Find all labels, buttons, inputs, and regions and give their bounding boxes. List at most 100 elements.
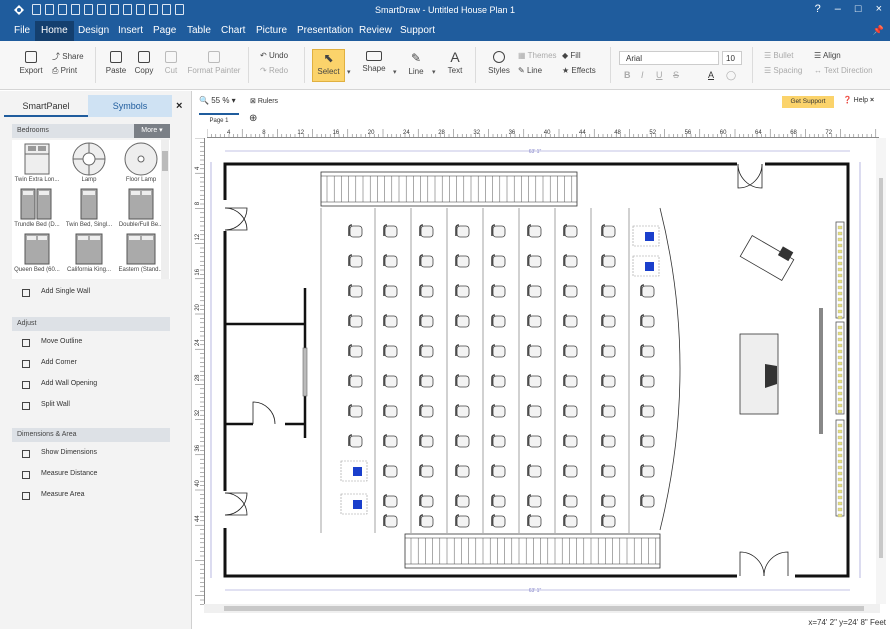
seat[interactable] [348,314,363,328]
seat[interactable] [455,224,470,238]
seat[interactable] [455,314,470,328]
font-color-button[interactable]: A [708,70,714,80]
seat[interactable] [491,224,506,238]
top-right-door[interactable] [737,163,763,189]
page-tab[interactable]: Page 1 [199,113,239,125]
menu-support[interactable]: Support [394,21,441,41]
seat[interactable] [601,434,616,448]
left-doors[interactable] [224,207,276,516]
clear-format-icon[interactable]: ◯ [726,70,736,81]
seat[interactable] [455,434,470,448]
text-direction-button[interactable]: ↔ Text Direction [814,66,873,75]
seat[interactable] [383,224,398,238]
print-button[interactable]: ⎙ Print [52,66,77,76]
paste-button[interactable]: Paste [103,51,129,75]
add-single-wall-button[interactable]: Add Single Wall [22,288,90,297]
underline-button[interactable]: U [656,70,663,80]
redo-button[interactable]: ↷ Redo [260,66,288,75]
maximize-icon[interactable]: □ [855,3,862,15]
wall-window[interactable] [302,347,308,397]
seat[interactable] [455,494,470,508]
menu-table[interactable]: Table [181,21,217,41]
piano[interactable] [739,230,797,281]
seat[interactable] [640,314,655,328]
seat[interactable] [419,434,434,448]
bottom-right-door[interactable] [739,551,789,577]
podium-table[interactable] [739,333,779,415]
get-support-button[interactable]: Get Support [782,96,834,108]
seat[interactable] [455,284,470,298]
seat[interactable] [383,284,398,298]
seat[interactable] [601,344,616,358]
menu-chart[interactable]: Chart [215,21,251,41]
seat[interactable] [419,514,434,528]
cut-button[interactable]: Cut [158,51,184,75]
zoom-control[interactable]: 🔍 55 % ▾ [199,96,236,105]
seat[interactable] [491,434,506,448]
seat[interactable] [640,464,655,478]
symbol-lamp[interactable]: Lamp [64,142,114,183]
seat[interactable] [419,284,434,298]
show-dimensions-checkbox[interactable]: Show Dimensions [22,449,97,458]
seat[interactable] [383,254,398,268]
tab-smartpanel[interactable]: SmartPanel [4,95,88,117]
select-button[interactable]: ⬉ Select [312,51,345,76]
close-panel-icon[interactable]: × [176,100,182,112]
seat[interactable] [563,494,578,508]
seat[interactable] [383,464,398,478]
interior-walls[interactable] [225,288,307,438]
seat[interactable] [419,404,434,418]
fill-button[interactable]: ◆ Fill [562,51,581,60]
menu-review[interactable]: Review [353,21,398,41]
text-button[interactable]: A Text [443,49,467,75]
seat[interactable] [383,434,398,448]
seat[interactable] [491,404,506,418]
measure-area-button[interactable]: Measure Area [22,491,85,500]
line-button[interactable]: ✎ Line [404,51,428,76]
add-wall-opening-button[interactable]: Add Wall Opening [22,380,97,389]
format-painter-button[interactable]: Format Painter [186,51,242,75]
seat[interactable] [383,374,398,388]
seat[interactable] [527,314,542,328]
canvas-vertical-scrollbar[interactable] [876,138,886,604]
seat[interactable] [601,374,616,388]
seat[interactable] [563,314,578,328]
rulers-toggle[interactable]: ⊠ Rulers [250,97,278,105]
seat[interactable] [563,374,578,388]
seat[interactable] [419,464,434,478]
seat[interactable] [383,344,398,358]
copy-button[interactable]: Copy [131,51,157,75]
seat[interactable] [563,464,578,478]
line-dropdown-icon[interactable]: ▾ [432,68,436,76]
seat[interactable] [640,284,655,298]
seating[interactable] [348,224,655,528]
themes-button[interactable]: ▦ Themes [518,51,557,60]
seat[interactable] [491,344,506,358]
seat[interactable] [348,374,363,388]
more-button[interactable]: More ▾ [134,124,170,138]
seat[interactable] [491,464,506,478]
menu-page[interactable]: Page [147,21,182,41]
menu-insert[interactable]: Insert [112,21,149,41]
menu-presentation[interactable]: Presentation [291,21,359,41]
font-size-select[interactable]: 10 [722,51,742,65]
seat[interactable] [348,344,363,358]
help-window-icon[interactable]: ? [815,3,821,15]
seat[interactable] [348,254,363,268]
bottom-bleachers[interactable] [404,533,661,569]
seat[interactable] [601,494,616,508]
seat[interactable] [419,224,434,238]
seat[interactable] [563,284,578,298]
seat[interactable] [527,254,542,268]
bullet-button[interactable]: ☰ Bullet [764,51,793,60]
shape-button[interactable]: Shape [360,51,388,73]
seat[interactable] [491,374,506,388]
seat[interactable] [640,404,655,418]
close-help-icon[interactable]: × [870,97,874,104]
seat[interactable] [563,404,578,418]
symbol-eastern-king[interactable]: Eastern (Stand... [116,232,166,273]
seat[interactable] [455,404,470,418]
seat[interactable] [419,254,434,268]
italic-button[interactable]: I [641,70,644,80]
bold-button[interactable]: B [624,70,631,80]
